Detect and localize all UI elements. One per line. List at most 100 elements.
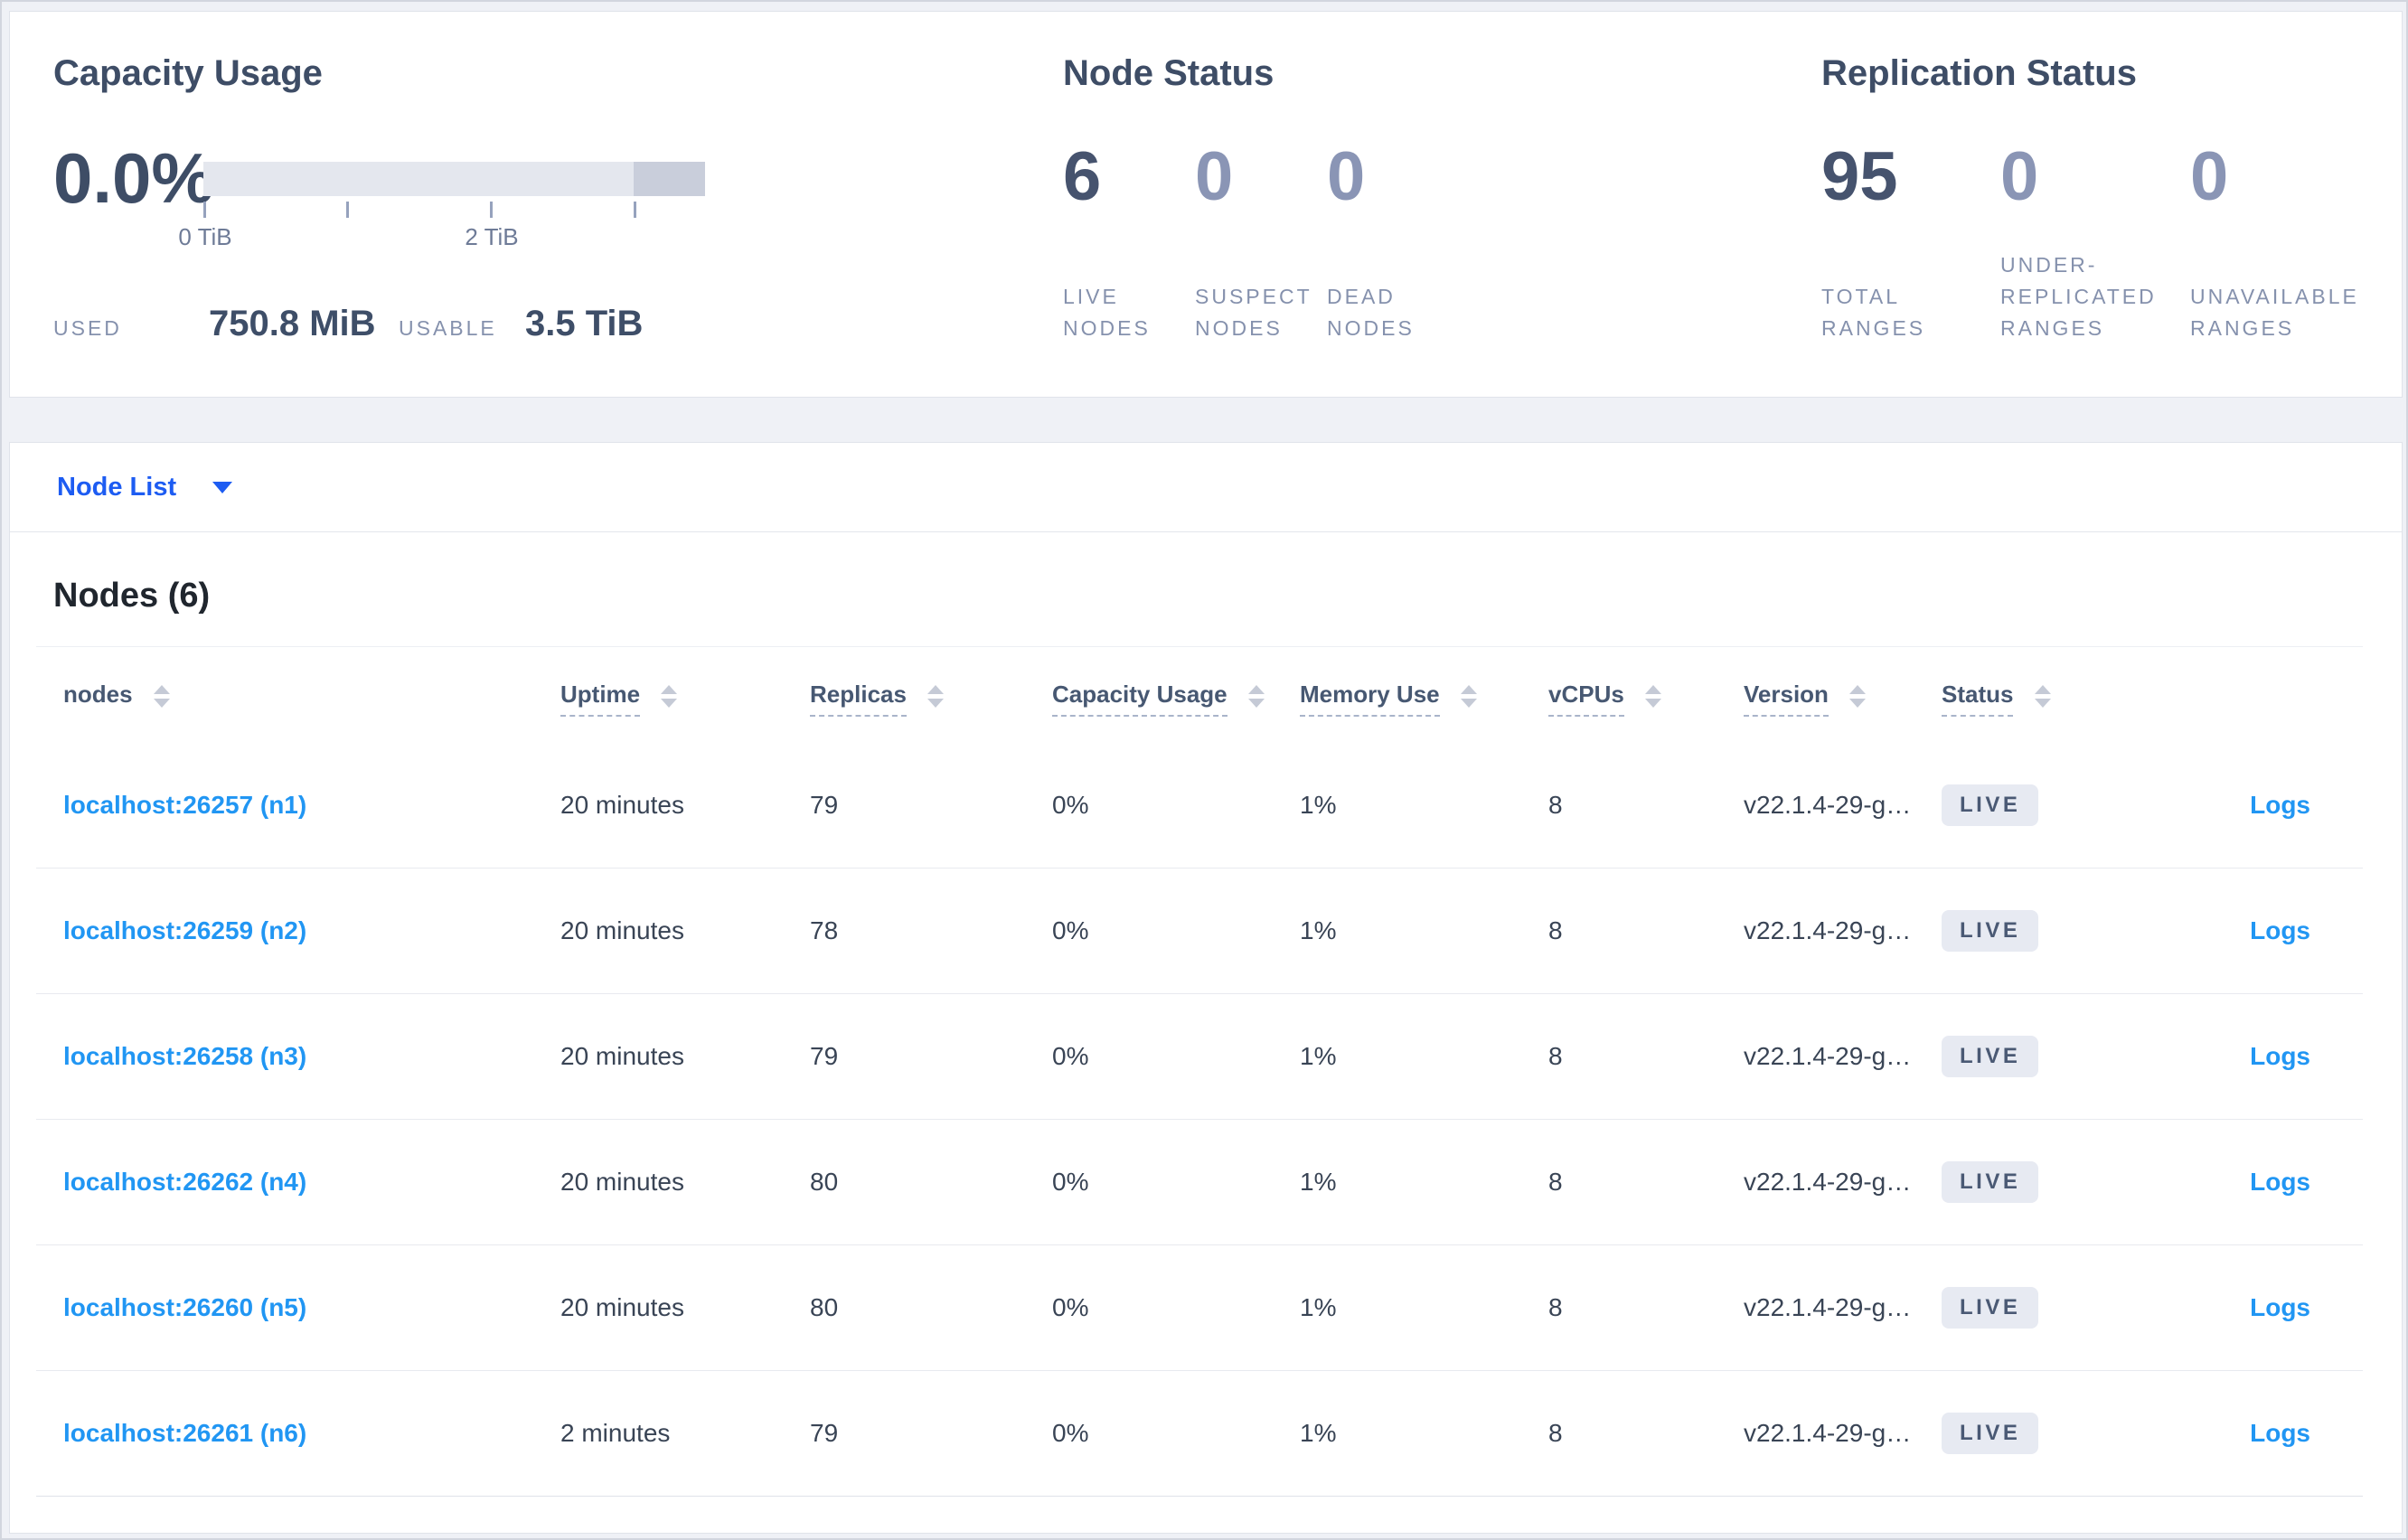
capacity-cell: 0%: [1052, 1419, 1089, 1447]
column-header-memory-use[interactable]: Memory Use: [1300, 647, 1548, 743]
column-header-label: Status: [1942, 681, 2014, 718]
uptime-cell: 20 minutes: [560, 1293, 684, 1321]
table-row: localhost:26257 (n1) 20 minutes 79 0% 1%…: [36, 743, 2363, 869]
live-nodes-value: 6: [1063, 138, 1102, 215]
capacity-usage-section: Capacity Usage 0.0% 0 TiB 2 TiB USED 750…: [53, 52, 1011, 344]
status-badge: LIVE: [1942, 1413, 2039, 1454]
column-header-status[interactable]: Status: [1942, 647, 2159, 743]
table-row: localhost:26260 (n5) 20 minutes 80 0% 1%…: [36, 1245, 2363, 1371]
sort-icon: [153, 684, 170, 708]
suspect-nodes-stat: 0 SUSPECT NODES: [1195, 142, 1327, 344]
replicas-cell: 78: [810, 916, 839, 944]
axis-tick: [203, 202, 206, 218]
replicas-cell: 79: [810, 790, 839, 819]
axis-tick: [634, 202, 636, 218]
capacity-cell: 0%: [1052, 790, 1089, 819]
live-nodes-stat: 6 LIVE NODES: [1063, 142, 1195, 344]
under-replicated-ranges-stat: 0 UNDER-REPLICATED RANGES: [2000, 142, 2190, 344]
total-ranges-stat: 95 TOTAL RANGES: [1821, 142, 2000, 344]
replication-status-title: Replication Status: [1821, 53, 2137, 93]
status-badge: LIVE: [1942, 1287, 2039, 1329]
capacity-cell: 0%: [1052, 1293, 1089, 1321]
column-header-replicas[interactable]: Replicas: [810, 647, 1052, 743]
vcpus-cell: 8: [1548, 1419, 1563, 1447]
logs-link[interactable]: Logs: [2250, 1419, 2310, 1447]
memory-cell: 1%: [1300, 1168, 1337, 1196]
node-link[interactable]: localhost:26260 (n5): [63, 1293, 306, 1321]
vcpus-cell: 8: [1548, 916, 1563, 944]
status-cell: LIVE: [1942, 743, 2159, 869]
version-text: v22.1.4-29-g…: [1744, 1293, 1912, 1321]
logs-link[interactable]: Logs: [2250, 791, 2310, 819]
capacity-bar-track: [203, 162, 705, 196]
chevron-down-icon: [212, 481, 233, 493]
memory-cell: 1%: [1300, 1293, 1337, 1321]
axis-tick-label: 2 TiB: [465, 223, 519, 250]
column-header-capacity-usage[interactable]: Capacity Usage: [1052, 647, 1300, 743]
version-cell: v22.1.4-29-g…: [1744, 994, 1942, 1120]
memory-cell: 1%: [1300, 1419, 1337, 1447]
column-header-label: nodes: [63, 681, 133, 709]
dead-nodes-stat: 0 DEAD NODES: [1327, 142, 1459, 344]
column-header-version[interactable]: Version: [1744, 647, 1942, 743]
axis-tick: [490, 202, 493, 218]
live-nodes-label: LIVE NODES: [1063, 285, 1151, 340]
status-badge: LIVE: [1942, 910, 2039, 952]
unavailable-ranges-stat: 0 UNAVAILABLE RANGES: [2190, 142, 2400, 344]
node-link[interactable]: localhost:26257 (n1): [63, 791, 306, 819]
sort-icon: [1849, 684, 1867, 708]
node-link[interactable]: localhost:26259 (n2): [63, 916, 306, 944]
vcpus-cell: 8: [1548, 790, 1563, 819]
status-cell: LIVE: [1942, 1245, 2159, 1371]
column-header-uptime[interactable]: Uptime: [560, 647, 810, 743]
usable-value: 3.5 TiB: [525, 304, 644, 343]
memory-cell: 1%: [1300, 1042, 1337, 1070]
node-link[interactable]: localhost:26262 (n4): [63, 1168, 306, 1196]
column-header-label: Uptime: [560, 681, 641, 718]
version-cell: v22.1.4-29-g…: [1744, 1245, 1942, 1371]
version-text: v22.1.4-29-g…: [1744, 790, 1912, 819]
replicas-cell: 80: [810, 1168, 839, 1196]
version-text: v22.1.4-29-g…: [1744, 1042, 1912, 1070]
logs-link[interactable]: Logs: [2250, 1168, 2310, 1196]
uptime-cell: 20 minutes: [560, 916, 684, 944]
capacity-usage-bar: 0 TiB 2 TiB: [178, 162, 705, 256]
logs-link[interactable]: Logs: [2250, 1042, 2310, 1070]
total-ranges-label: TOTAL RANGES: [1821, 285, 1926, 340]
vcpus-cell: 8: [1548, 1168, 1563, 1196]
total-ranges-value: 95: [1821, 138, 1898, 215]
memory-cell: 1%: [1300, 916, 1337, 944]
vcpus-cell: 8: [1548, 1293, 1563, 1321]
suspect-nodes-label: SUSPECT NODES: [1195, 285, 1312, 340]
logs-link[interactable]: Logs: [2250, 916, 2310, 944]
version-text: v22.1.4-29-g…: [1744, 1419, 1912, 1447]
replicas-cell: 79: [810, 1419, 839, 1447]
node-list-dropdown[interactable]: Node List: [10, 443, 2402, 532]
column-header-nodes[interactable]: nodes: [36, 647, 560, 743]
node-list-panel: Node List Nodes (6) nodes Uptime Replica…: [9, 442, 2403, 1534]
node-link[interactable]: localhost:26258 (n3): [63, 1042, 306, 1070]
logs-link[interactable]: Logs: [2250, 1293, 2310, 1321]
capacity-usage-percent: 0.0%: [53, 138, 214, 218]
uptime-cell: 20 minutes: [560, 1168, 684, 1196]
column-header-label: vCPUs: [1548, 681, 1624, 718]
node-status-title: Node Status: [1063, 53, 1275, 93]
nodes-table-container: Nodes (6) nodes Uptime Replicas Capacity…: [10, 570, 2402, 1497]
version-cell: v22.1.4-29-g…: [1744, 743, 1942, 869]
version-text: v22.1.4-29-g…: [1744, 1168, 1912, 1196]
nodes-table-title: Nodes (6): [53, 577, 211, 615]
used-value: 750.8 MiB: [209, 304, 376, 343]
vcpus-cell: 8: [1548, 1042, 1563, 1070]
sort-icon: [1247, 684, 1265, 708]
column-header-label: Version: [1744, 681, 1829, 718]
sort-icon: [1460, 684, 1477, 708]
capacity-usage-title: Capacity Usage: [53, 53, 323, 93]
replication-status-section: Replication Status 95 TOTAL RANGES 0 UND…: [1821, 52, 2400, 344]
memory-cell: 1%: [1300, 790, 1337, 819]
column-header-label: Memory Use: [1300, 681, 1440, 718]
node-link[interactable]: localhost:26261 (n6): [63, 1419, 306, 1447]
under-replicated-ranges-label: UNDER-REPLICATED RANGES: [2000, 253, 2157, 340]
column-header-vcpus[interactable]: vCPUs: [1548, 647, 1744, 743]
table-header-row: nodes Uptime Replicas Capacity Usage Mem…: [36, 646, 2363, 743]
under-replicated-ranges-value: 0: [2000, 138, 2039, 215]
